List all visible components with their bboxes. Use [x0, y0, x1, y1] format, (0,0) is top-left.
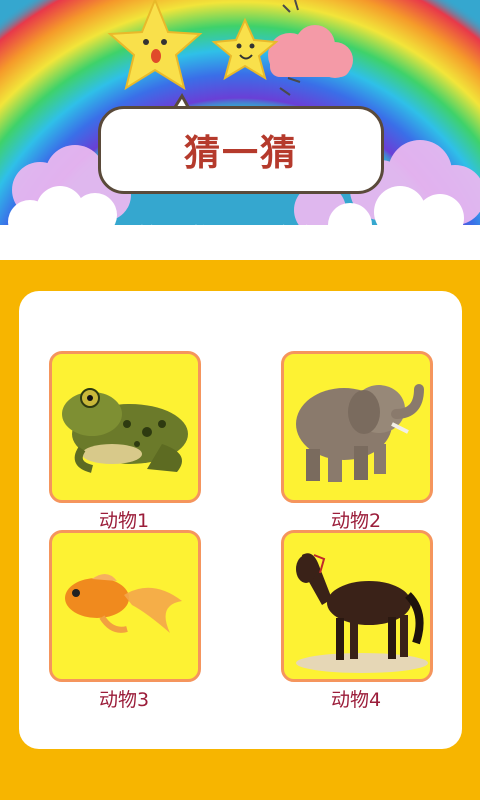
- animal-tile[interactable]: [49, 351, 201, 503]
- animal-tile[interactable]: [281, 530, 433, 682]
- animal-tile[interactable]: [49, 530, 201, 682]
- page-title: 猜一猜: [183, 132, 298, 174]
- question-text: 下面哪些图的动物是：金鱼: [0, 224, 324, 255]
- animal-label: 动物3: [98, 689, 150, 711]
- animal-option-4[interactable]: 动物4: [281, 530, 433, 712]
- speech-bubble: 猜一猜: [98, 106, 384, 194]
- animal-label: 动物4: [330, 689, 382, 711]
- header-banner: 猜一猜 下面哪些图的动物是：金鱼: [0, 0, 480, 260]
- animal-tile[interactable]: [281, 351, 433, 503]
- animal-option-1[interactable]: 动物1: [49, 351, 201, 533]
- answer-card: 动物1 动物2 动物3 动物4: [19, 291, 462, 749]
- elephant-icon: [296, 384, 424, 482]
- goldfish-icon: [65, 573, 182, 633]
- horse-icon: [296, 553, 428, 673]
- animal-option-3[interactable]: 动物3: [49, 530, 201, 712]
- frog-icon: [62, 388, 188, 473]
- animal-option-2[interactable]: 动物2: [281, 351, 433, 533]
